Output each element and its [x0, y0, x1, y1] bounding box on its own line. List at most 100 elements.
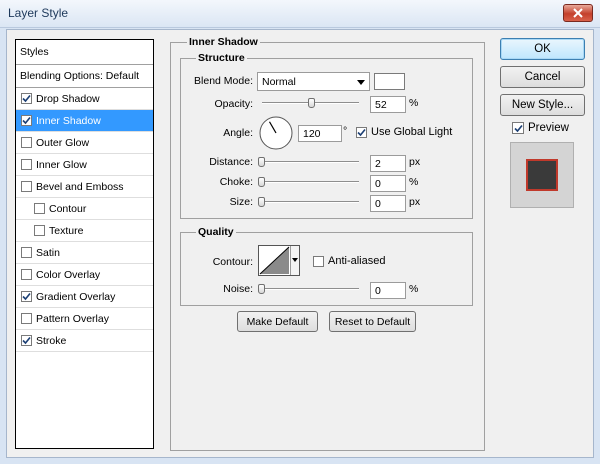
style-item-label: Stroke [36, 334, 67, 347]
angle-dial-icon[interactable] [258, 115, 294, 151]
choke-slider-thumb[interactable] [258, 177, 265, 187]
styles-header[interactable]: Styles [16, 40, 153, 65]
style-checkbox[interactable] [21, 335, 32, 346]
opacity-label: Opacity: [214, 98, 253, 110]
checkmark-icon [22, 292, 31, 301]
close-button[interactable] [563, 4, 593, 22]
angle-input[interactable]: 120 [298, 125, 342, 142]
style-item-pattern-overlay[interactable]: Pattern Overlay [16, 308, 153, 330]
blend-mode-value: Normal [262, 76, 296, 88]
dialog-client: Styles Blending Options: Default Drop Sh… [6, 29, 594, 458]
new-style-button[interactable]: New Style... [500, 94, 585, 116]
contour-picker[interactable] [258, 245, 300, 276]
distance-slider-thumb[interactable] [258, 157, 265, 167]
blend-color-swatch[interactable] [374, 73, 405, 90]
preview-swatch [526, 159, 558, 191]
size-label: Size: [229, 196, 253, 208]
size-input[interactable]: 0 [370, 195, 406, 212]
anti-aliased-label: Anti-aliased [328, 255, 386, 267]
choke-label: Choke: [219, 176, 253, 188]
style-item-label: Pattern Overlay [36, 312, 109, 325]
style-checkbox[interactable] [34, 203, 45, 214]
angle-unit: ° [343, 125, 348, 137]
blending-options-item[interactable]: Blending Options: Default [16, 65, 153, 88]
style-item-outer-glow[interactable]: Outer Glow [16, 132, 153, 154]
style-item-label: Drop Shadow [36, 92, 100, 105]
blend-mode-label: Blend Mode: [194, 75, 253, 87]
use-global-light-label: Use Global Light [371, 126, 453, 138]
style-item-label: Color Overlay [36, 268, 101, 281]
window-title: Layer Style [8, 6, 69, 20]
angle-dial-graphic [259, 116, 293, 150]
style-checkbox[interactable] [21, 181, 32, 192]
noise-unit: % [409, 283, 419, 295]
style-item-label: Gradient Overlay [36, 290, 116, 303]
style-item-label: Texture [49, 224, 84, 237]
style-item-label: Contour [49, 202, 87, 215]
reset-to-default-button[interactable]: Reset to Default [329, 311, 416, 332]
style-item-contour[interactable]: Contour [16, 198, 153, 220]
style-checkbox[interactable] [21, 313, 32, 324]
opacity-slider-thumb[interactable] [308, 98, 316, 108]
blending-options-label: Blending Options: Default [20, 70, 140, 82]
style-item-inner-glow[interactable]: Inner Glow [16, 154, 153, 176]
preview-checkbox[interactable]: Preview [512, 122, 569, 134]
style-item-label: Inner Shadow [36, 114, 101, 127]
checkmark-icon [357, 128, 366, 136]
noise-slider-thumb[interactable] [258, 284, 265, 294]
style-item-color-overlay[interactable]: Color Overlay [16, 264, 153, 286]
angle-label: Angle: [223, 127, 253, 139]
checkmark-icon [22, 94, 31, 103]
noise-slider[interactable] [262, 288, 359, 290]
style-checkbox[interactable] [21, 115, 32, 126]
size-slider-thumb[interactable] [258, 197, 265, 207]
style-checkbox[interactable] [21, 291, 32, 302]
close-icon [573, 8, 583, 18]
size-slider[interactable] [262, 201, 359, 203]
checkbox-box [356, 126, 367, 138]
use-global-light-checkbox[interactable]: Use Global Light [356, 126, 452, 138]
inner-shadow-title: Inner Shadow [187, 36, 260, 48]
structure-title: Structure [196, 52, 247, 64]
style-item-stroke[interactable]: Stroke [16, 330, 153, 352]
opacity-unit: % [409, 97, 419, 109]
style-checkbox[interactable] [21, 159, 32, 170]
style-checkbox[interactable] [21, 93, 32, 104]
styles-header-label: Styles [20, 46, 49, 58]
opacity-input[interactable]: 52 [370, 96, 406, 113]
style-checkbox[interactable] [21, 247, 32, 258]
style-item-bevel-and-emboss[interactable]: Bevel and Emboss [16, 176, 153, 198]
contour-preview-icon [259, 246, 290, 275]
choke-slider[interactable] [262, 181, 359, 183]
choke-input[interactable]: 0 [370, 175, 406, 192]
style-checkbox[interactable] [21, 137, 32, 148]
checkmark-icon [513, 124, 523, 132]
noise-input[interactable]: 0 [370, 282, 406, 299]
style-checkbox[interactable] [34, 225, 45, 236]
distance-input[interactable]: 2 [370, 155, 406, 172]
checkbox-box [512, 122, 524, 134]
anti-aliased-checkbox[interactable]: Anti-aliased [313, 255, 385, 267]
title-bar: Layer Style [0, 0, 600, 28]
preview-label: Preview [528, 122, 569, 134]
contour-dropdown[interactable] [290, 246, 299, 275]
style-item-texture[interactable]: Texture [16, 220, 153, 242]
distance-unit: px [409, 156, 421, 168]
checkmark-icon [22, 116, 31, 125]
style-item-gradient-overlay[interactable]: Gradient Overlay [16, 286, 153, 308]
style-item-label: Bevel and Emboss [36, 180, 124, 193]
style-item-inner-shadow[interactable]: Inner Shadow [16, 110, 153, 132]
cancel-button[interactable]: Cancel [500, 66, 585, 88]
style-checkbox[interactable] [21, 269, 32, 280]
ok-button[interactable]: OK [500, 38, 585, 60]
blend-mode-select[interactable]: Normal [257, 72, 370, 91]
distance-label: Distance: [209, 156, 253, 168]
size-unit: px [409, 196, 421, 208]
quality-title: Quality [196, 226, 236, 238]
style-item-label: Satin [36, 246, 60, 259]
styles-list: Styles Blending Options: Default Drop Sh… [15, 39, 154, 449]
make-default-button[interactable]: Make Default [237, 311, 318, 332]
distance-slider[interactable] [262, 161, 359, 163]
style-item-satin[interactable]: Satin [16, 242, 153, 264]
style-item-drop-shadow[interactable]: Drop Shadow [16, 88, 153, 110]
